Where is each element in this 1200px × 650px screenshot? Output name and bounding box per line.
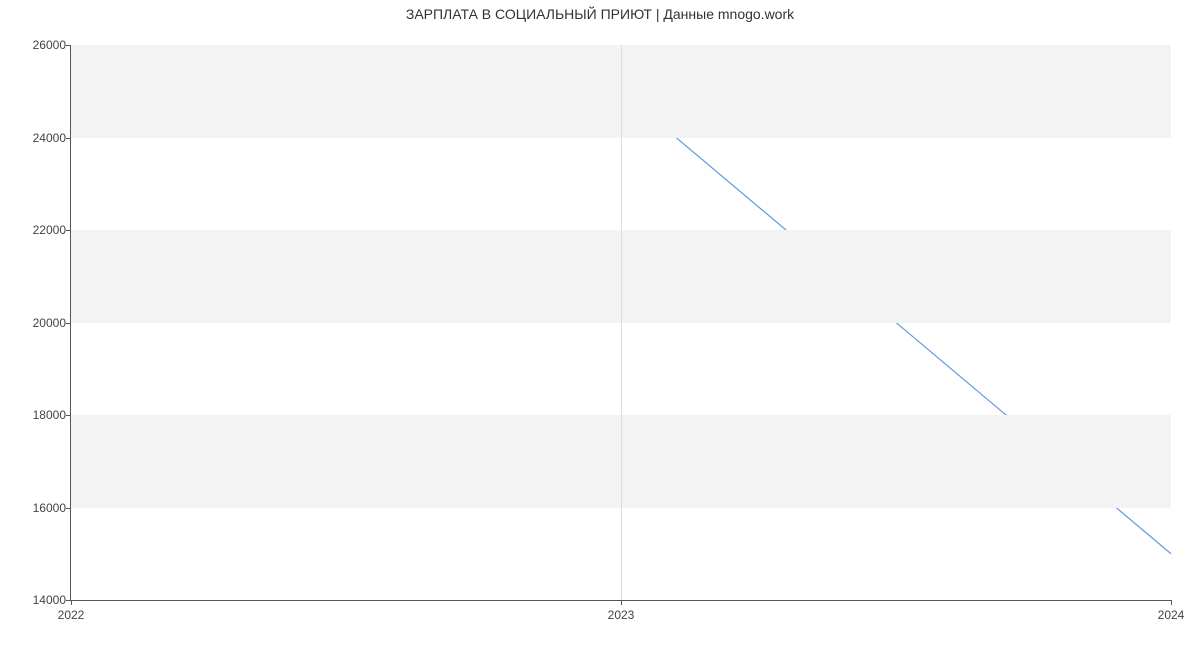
x-grid-line <box>621 45 622 600</box>
y-tick-label: 18000 <box>21 408 66 422</box>
chart-container: ЗАРПЛАТА В СОЦИАЛЬНЫЙ ПРИЮТ | Данные mno… <box>0 0 1200 650</box>
chart-title: ЗАРПЛАТА В СОЦИАЛЬНЫЙ ПРИЮТ | Данные mno… <box>0 6 1200 22</box>
x-tick-label: 2024 <box>1158 608 1185 622</box>
y-tick-label: 26000 <box>21 38 66 52</box>
y-tick-label: 16000 <box>21 501 66 515</box>
y-tick-label: 20000 <box>21 316 66 330</box>
y-tick-label: 24000 <box>21 131 66 145</box>
plot-area: 1400016000180002000022000240002600020222… <box>70 45 1171 601</box>
y-tick-mark <box>66 230 71 231</box>
x-tick-label: 2023 <box>608 608 635 622</box>
y-tick-mark <box>66 508 71 509</box>
y-tick-mark <box>66 323 71 324</box>
y-tick-label: 22000 <box>21 223 66 237</box>
x-tick-label: 2022 <box>58 608 85 622</box>
y-tick-mark <box>66 138 71 139</box>
y-tick-mark <box>66 45 71 46</box>
x-tick-mark <box>71 600 72 605</box>
y-tick-mark <box>66 415 71 416</box>
x-tick-mark <box>1171 600 1172 605</box>
y-tick-label: 14000 <box>21 593 66 607</box>
x-tick-mark <box>621 600 622 605</box>
